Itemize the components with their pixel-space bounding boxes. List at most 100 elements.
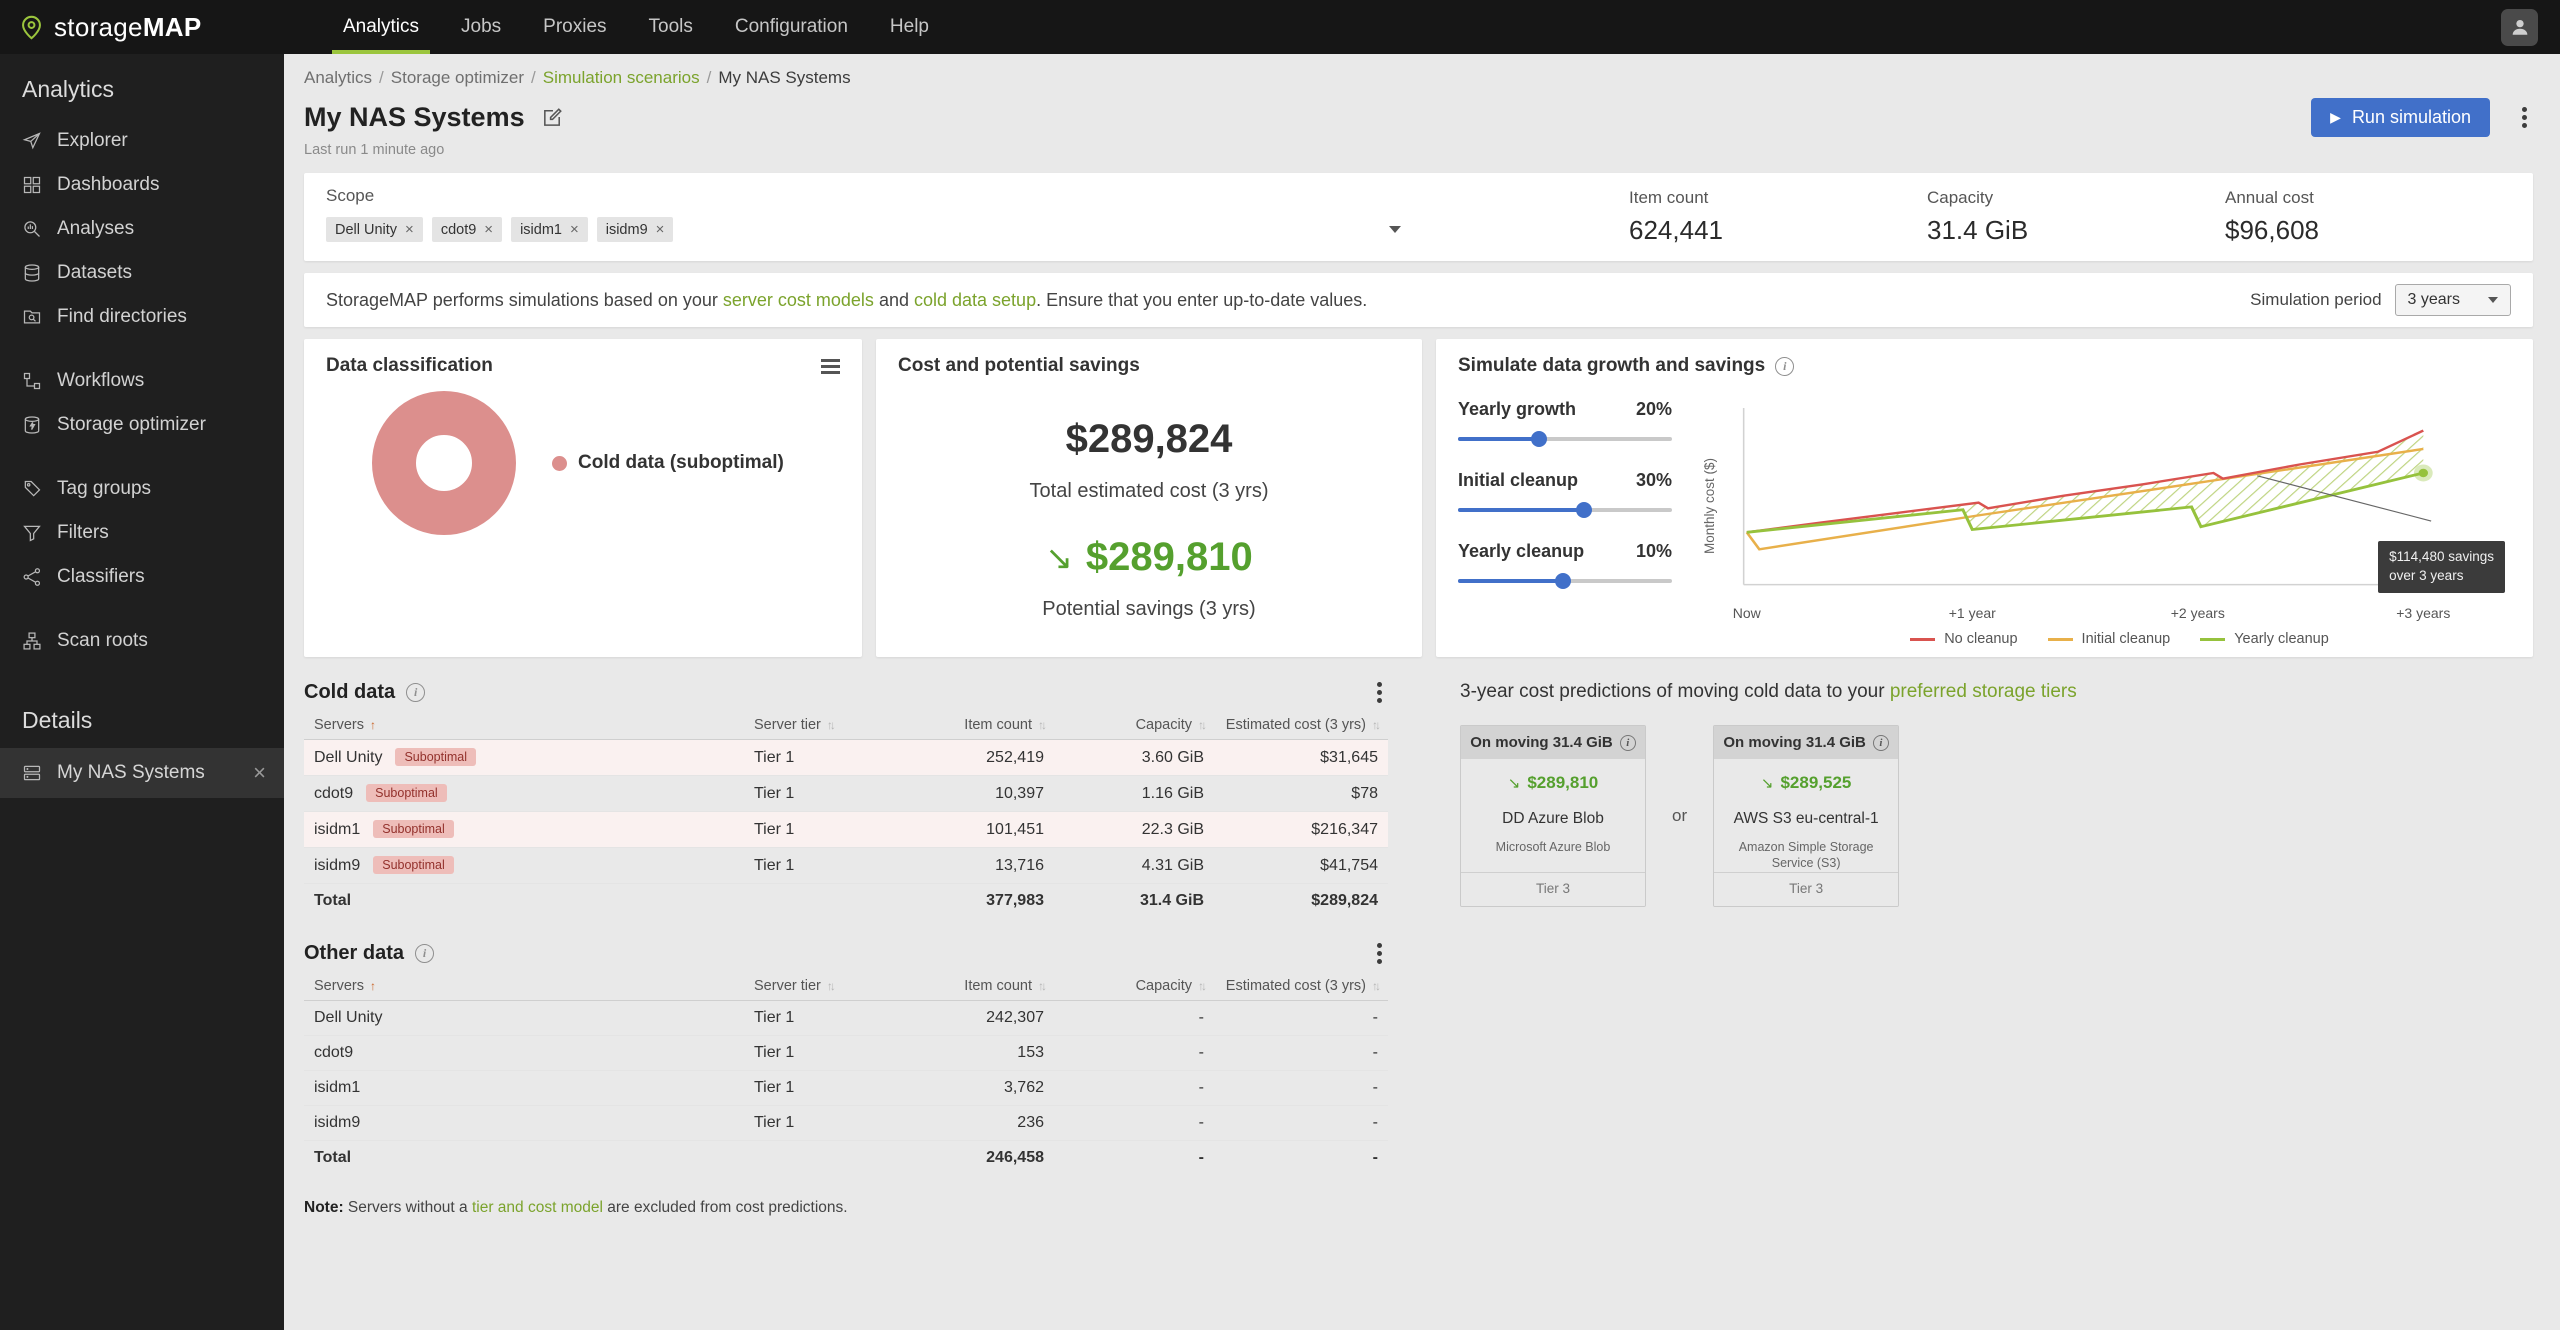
scope-tag-chip[interactable]: isidm1× bbox=[511, 217, 588, 242]
table-total-row: Total 377,983 31.4 GiB $289,824 bbox=[304, 884, 1388, 919]
sidebar-item-scan-roots[interactable]: Scan roots bbox=[0, 619, 284, 663]
tables-column: Cold datai Servers↑Server tier↑↓Item cou… bbox=[304, 681, 1388, 1217]
table-row[interactable]: cdot9Suboptimal Tier 1 10,397 1.16 GiB $… bbox=[304, 776, 1388, 812]
storagemap-logo[interactable]: storageMAP bbox=[18, 12, 280, 43]
cold-data-kebab-menu[interactable] bbox=[1371, 682, 1388, 703]
sidebar-item-explorer[interactable]: Explorer bbox=[0, 119, 284, 163]
donut-legend[interactable]: Cold data (suboptimal) bbox=[552, 452, 784, 474]
table-row[interactable]: isidm9Suboptimal Tier 1 13,716 4.31 GiB … bbox=[304, 848, 1388, 884]
or-text: or bbox=[1672, 806, 1687, 826]
sidebar-item-my-nas-systems[interactable]: My NAS Systems × bbox=[0, 748, 284, 798]
table-row[interactable]: isidm1Suboptimal Tier 1 101,451 22.3 GiB… bbox=[304, 812, 1388, 848]
tier-cost-model-link[interactable]: tier and cost model bbox=[472, 1199, 603, 1216]
sidebar-item-find-directories[interactable]: Find directories bbox=[0, 295, 284, 339]
user-menu-button[interactable] bbox=[2501, 9, 2538, 46]
legend-label: Cold data (suboptimal) bbox=[578, 452, 784, 474]
sidebar-item-tag-groups[interactable]: Tag groups bbox=[0, 467, 284, 511]
preferred-storage-tiers-link[interactable]: preferred storage tiers bbox=[1890, 681, 2077, 702]
prediction-card-aws[interactable]: On moving 31.4 GiBi ↘$289,525 AWS S3 eu-… bbox=[1713, 725, 1899, 907]
slider-thumb[interactable] bbox=[1555, 573, 1571, 589]
column-header[interactable]: Capacity↑↓ bbox=[1054, 711, 1214, 740]
sort-icon: ↑↓ bbox=[827, 718, 833, 732]
scope-tag-chip[interactable]: isidm9× bbox=[597, 217, 674, 242]
notice-bar: StorageMAP performs simulations based on… bbox=[304, 273, 2533, 327]
breadcrumb-storage-optimizer[interactable]: Storage optimizer bbox=[391, 68, 524, 87]
table-row[interactable]: cdot9 Tier 1 153 - - bbox=[304, 1036, 1388, 1071]
remove-tag-icon[interactable]: × bbox=[656, 221, 665, 238]
chart-menu-button[interactable] bbox=[819, 357, 842, 376]
other-data-kebab-menu[interactable] bbox=[1371, 943, 1388, 964]
column-header[interactable]: Item count↑↓ bbox=[894, 711, 1054, 740]
column-header[interactable]: Servers↑ bbox=[304, 972, 744, 1001]
table-row[interactable]: Dell Unity Tier 1 242,307 - - bbox=[304, 1001, 1388, 1036]
info-icon[interactable]: i bbox=[406, 683, 425, 702]
slider-track[interactable] bbox=[1458, 579, 1672, 583]
column-header[interactable]: Estimated cost (3 yrs)↑↓ bbox=[1214, 972, 1388, 1001]
info-icon[interactable]: i bbox=[1873, 735, 1889, 751]
breadcrumb-simulation-scenarios[interactable]: Simulation scenarios bbox=[543, 68, 700, 87]
nav-analytics[interactable]: Analytics bbox=[322, 0, 440, 54]
remove-tag-icon[interactable]: × bbox=[570, 221, 579, 238]
legend-yearly-cleanup[interactable]: Yearly cleanup bbox=[2200, 631, 2329, 647]
filters-icon bbox=[22, 523, 42, 543]
prediction-savings: ↘$289,525 bbox=[1761, 773, 1851, 793]
sidebar-item-dashboards[interactable]: Dashboards bbox=[0, 163, 284, 207]
table-total-row: Total 246,458 - - bbox=[304, 1141, 1388, 1176]
map-pin-icon bbox=[18, 14, 45, 41]
x-tick: +1 year bbox=[1949, 605, 1996, 621]
sidebar-item-label: Filters bbox=[57, 522, 109, 544]
table-row[interactable]: isidm9 Tier 1 236 - - bbox=[304, 1106, 1388, 1141]
breadcrumb-separator: / bbox=[379, 68, 384, 87]
metric-value: 624,441 bbox=[1629, 215, 1927, 246]
slider-thumb[interactable] bbox=[1576, 502, 1592, 518]
scope-selector[interactable]: Scope Dell Unity×cdot9×isidm1×isidm9× bbox=[326, 186, 1401, 242]
slider-track[interactable] bbox=[1458, 508, 1672, 512]
nav-jobs[interactable]: Jobs bbox=[440, 0, 522, 54]
sidebar-item-analyses[interactable]: Analyses bbox=[0, 207, 284, 251]
legend-no-cleanup[interactable]: No cleanup bbox=[1910, 631, 2017, 647]
remove-tag-icon[interactable]: × bbox=[484, 221, 493, 238]
column-header[interactable]: Server tier↑↓ bbox=[744, 972, 894, 1001]
chevron-down-icon[interactable] bbox=[1389, 226, 1401, 233]
slider-value: 20% bbox=[1636, 399, 1672, 420]
column-header[interactable]: Servers↑ bbox=[304, 711, 744, 740]
prediction-provider: Amazon Simple Storage Service (S3) bbox=[1731, 839, 1881, 872]
info-icon[interactable]: i bbox=[415, 944, 434, 963]
table-row[interactable]: Dell UnitySuboptimal Tier 1 252,419 3.60… bbox=[304, 740, 1388, 776]
column-header[interactable]: Capacity↑↓ bbox=[1054, 972, 1214, 1001]
column-header[interactable]: Item count↑↓ bbox=[894, 972, 1054, 1001]
scope-tag-chip[interactable]: cdot9× bbox=[432, 217, 502, 242]
slider-track[interactable] bbox=[1458, 437, 1672, 441]
sidebar-item-storage-optimizer[interactable]: Storage optimizer bbox=[0, 403, 284, 447]
simulation-period-select[interactable]: 3 years bbox=[2395, 284, 2511, 316]
top-navigation: Analytics Jobs Proxies Tools Configurati… bbox=[322, 0, 950, 54]
cold-data-setup-link[interactable]: cold data setup bbox=[914, 290, 1036, 310]
card-title: Simulate data growth and savingsi bbox=[1458, 355, 2511, 377]
slider-thumb[interactable] bbox=[1531, 431, 1547, 447]
sidebar-item-workflows[interactable]: Workflows bbox=[0, 359, 284, 403]
legend-initial-cleanup[interactable]: Initial cleanup bbox=[2048, 631, 2171, 647]
server-cost-models-link[interactable]: server cost models bbox=[723, 290, 874, 310]
column-header[interactable]: Server tier↑↓ bbox=[744, 711, 894, 740]
breadcrumb-analytics[interactable]: Analytics bbox=[304, 68, 372, 87]
close-icon[interactable]: × bbox=[253, 760, 266, 786]
predictions-column: 3-year cost predictions of moving cold d… bbox=[1460, 681, 2533, 907]
prediction-card-azure[interactable]: On moving 31.4 GiBi ↘$289,810 DD Azure B… bbox=[1460, 725, 1646, 907]
sidebar-item-datasets[interactable]: Datasets bbox=[0, 251, 284, 295]
sidebar-item-classifiers[interactable]: Classifiers bbox=[0, 555, 284, 599]
nav-help[interactable]: Help bbox=[869, 0, 950, 54]
page-kebab-menu[interactable] bbox=[2516, 107, 2533, 128]
remove-tag-icon[interactable]: × bbox=[405, 221, 414, 238]
column-header[interactable]: Estimated cost (3 yrs)↑↓ bbox=[1214, 711, 1388, 740]
sidebar-item-filters[interactable]: Filters bbox=[0, 511, 284, 555]
edit-icon[interactable] bbox=[541, 106, 564, 129]
status-badge: Suboptimal bbox=[366, 784, 447, 802]
info-icon[interactable]: i bbox=[1620, 735, 1636, 751]
info-icon[interactable]: i bbox=[1775, 357, 1794, 376]
table-row[interactable]: isidm1 Tier 1 3,762 - - bbox=[304, 1071, 1388, 1106]
scope-tag-chip[interactable]: Dell Unity× bbox=[326, 217, 423, 242]
run-simulation-button[interactable]: ▶ Run simulation bbox=[2311, 98, 2490, 137]
nav-proxies[interactable]: Proxies bbox=[522, 0, 627, 54]
nav-configuration[interactable]: Configuration bbox=[714, 0, 869, 54]
nav-tools[interactable]: Tools bbox=[628, 0, 714, 54]
